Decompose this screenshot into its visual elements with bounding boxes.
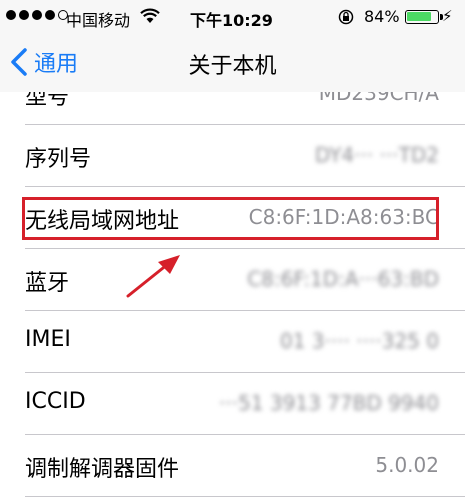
about-list: 型号 MD239CH/A 序列号 DY4··· ···TD2 无线局域网地址 C… [0, 92, 465, 498]
row-label: IMEI [25, 327, 71, 352]
row-value: ···51 3913 77BD 9940 [219, 391, 439, 415]
row-serial-number[interactable]: 序列号 DY4··· ···TD2 [0, 125, 465, 187]
status-bar: 中国移动 下午10:29 84% ⚡ [0, 0, 465, 34]
row-label: 型号 [25, 92, 70, 110]
row-label: 调制解调器固件 [25, 457, 180, 482]
row-label: 蓝牙 [25, 271, 70, 296]
row-model[interactable]: 型号 MD239CH/A [0, 92, 465, 125]
signal-strength-icon [6, 10, 68, 20]
row-value: 01 3···· ····325 0 [279, 329, 439, 353]
status-time: 下午10:29 [190, 11, 273, 30]
charging-icon: ⚡ [442, 7, 453, 25]
row-imei[interactable]: IMEI 01 3···· ····325 0 [0, 311, 465, 373]
row-value: MD239CH/A [318, 92, 439, 105]
battery-percent: 84% [364, 7, 400, 26]
row-value: 5.0.02 [375, 453, 439, 477]
battery-icon [405, 10, 443, 24]
page-title: 关于本机 [188, 54, 277, 79]
row-modem-firmware[interactable]: 调制解调器固件 5.0.02 [0, 435, 465, 497]
wifi-icon [140, 8, 160, 23]
row-label: 序列号 [25, 147, 92, 172]
carrier-name: 中国移动 [66, 11, 131, 30]
divider [25, 496, 465, 497]
annotation-arrow-icon [126, 255, 180, 298]
row-bluetooth[interactable]: 蓝牙 C8:6F:1D:A···63:BD [0, 249, 465, 311]
row-value: C8:6F:1D:A···63:BD [247, 267, 439, 291]
navigation-bar: 通用 关于本机 [0, 34, 465, 93]
row-iccid[interactable]: ICCID ···51 3913 77BD 9940 [0, 373, 465, 435]
highlight-box [22, 197, 439, 240]
row-label: ICCID [25, 389, 86, 414]
orientation-lock-icon [338, 9, 354, 25]
row-value: DY4··· ···TD2 [314, 143, 439, 167]
